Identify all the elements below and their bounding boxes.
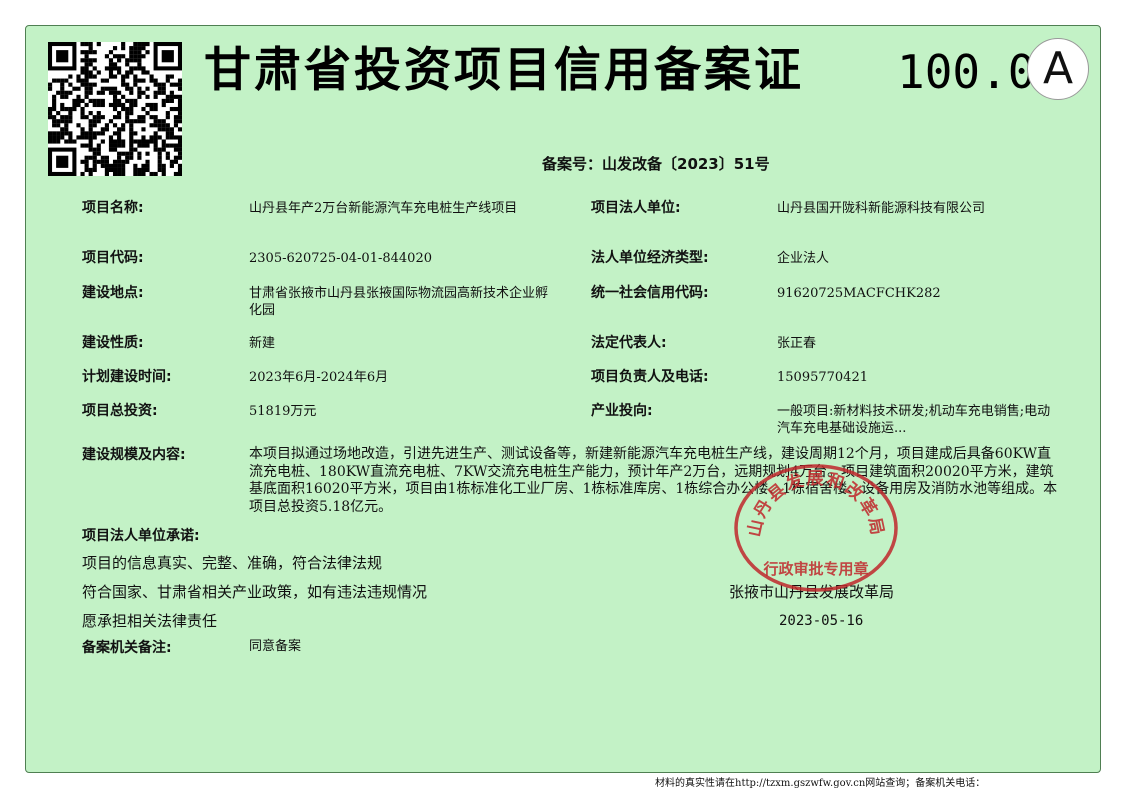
nature-label: 建设性质: [82,335,144,351]
industry-value: 一般项目:新材料技术研发;机动车充电销售;电动汽车充电基础设施运... [777,404,1051,436]
credit-score: 100.0 [897,45,1036,99]
certificate-title: 甘肃省投资项目信用备案证 [204,43,804,98]
certificate-panel [25,25,1101,773]
project-name-value: 山丹县年产2万台新能源汽车充电桩生产线项目 [249,201,518,216]
project-code-value: 2305-620725-04-01-844020 [249,251,432,266]
period-label: 计划建设时间: [82,369,172,385]
credit-code-value: 91620725MACFCHK282 [777,286,941,301]
remark-label: 备案机关备注: [82,640,172,656]
industry-label: 产业投向: [591,403,653,419]
scale-value: 本项目拟通过场地改造，引进先进生产、测试设备等，新建新能源汽车充电桩生产线，建设… [249,446,1058,515]
investment-value: 51819万元 [249,404,317,419]
scale-label: 建设规模及内容: [82,447,186,463]
svg-text:行政审批专用章: 行政审批专用章 [762,560,868,578]
legal-rep-label: 法定代表人: [591,335,667,351]
official-seal: 山丹县发展和改革局 行政审批专用章 [734,464,898,592]
legal-rep-value: 张正春 [777,336,817,351]
nature-value: 新建 [249,336,276,351]
location-value: 甘肃省张掖市山丹县张掖国际物流园高新技术企业孵化园 [249,286,549,318]
legal-unit-value: 山丹县国开陇科新能源科技有限公司 [777,201,986,216]
legal-unit-label: 项目法人单位: [591,200,681,216]
commitment-label: 项目法人单位承诺: [82,528,200,544]
footer-note: 材料的真实性请在http://tzxm.gszwfw.gov.cn网站查询；备案… [655,778,986,789]
contact-value: 15095770421 [777,370,868,385]
commitment-line-3: 愿承担相关法律责任 [82,612,218,630]
filing-number: 备案号：山发改备〔2023〕51号 [542,155,770,173]
econ-type-value: 企业法人 [777,251,830,266]
contact-label: 项目负责人及电话: [591,369,709,385]
commitment-line-2: 符合国家、甘肃省相关产业政策，如有违法违规情况 [82,583,428,601]
credit-code-label: 统一社会信用代码: [591,285,709,301]
project-code-label: 项目代码: [82,250,144,266]
econ-type-label: 法人单位经济类型: [591,250,709,266]
commitment-line-1: 项目的信息真实、完整、准确，符合法律法规 [82,554,383,572]
period-value: 2023年6月-2024年6月 [249,370,389,385]
qr-code [48,42,182,176]
remark-value: 同意备案 [249,639,302,654]
project-name-label: 项目名称: [82,200,144,216]
credit-grade-badge: A [1027,38,1089,100]
issue-date: 2023-05-16 [779,613,864,629]
investment-label: 项目总投资: [82,403,158,419]
location-label: 建设地点: [82,285,144,301]
